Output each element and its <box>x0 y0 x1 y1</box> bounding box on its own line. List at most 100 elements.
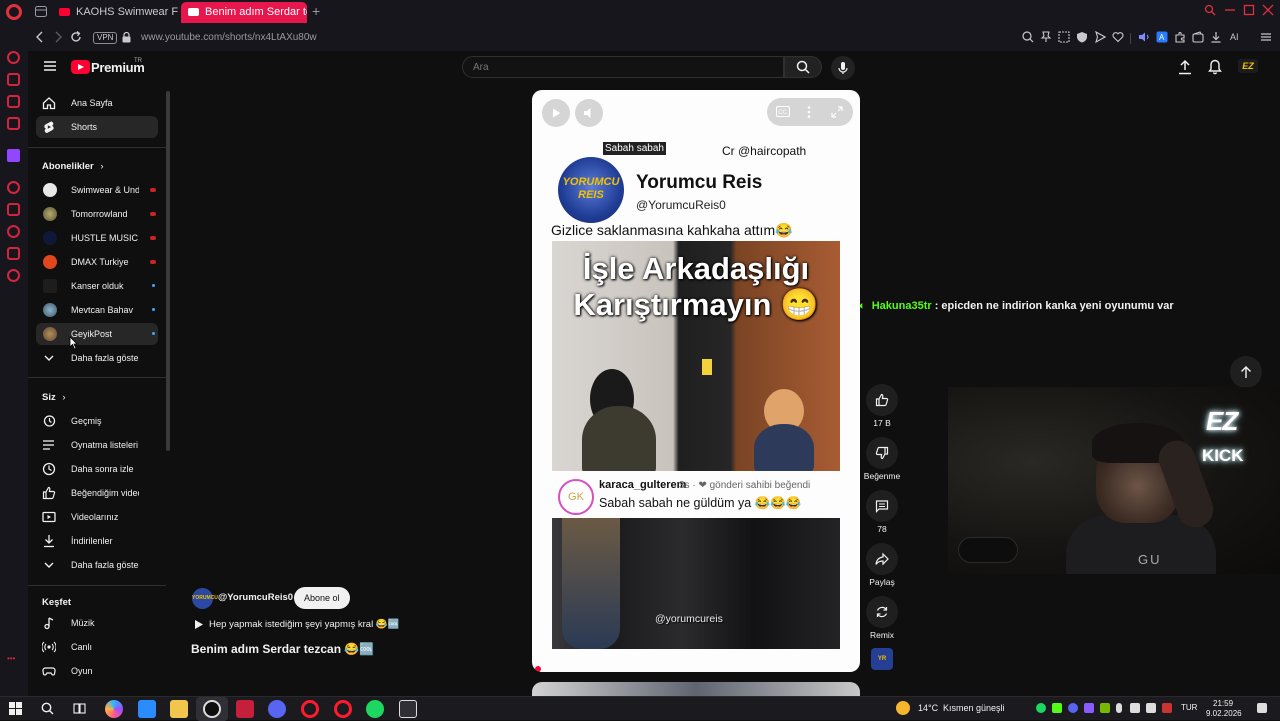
send-icon[interactable] <box>1094 31 1106 43</box>
edge-icon[interactable] <box>138 700 156 718</box>
speed-dial-icon[interactable] <box>7 73 20 86</box>
forward-button[interactable] <box>52 30 64 44</box>
extensions-icon[interactable] <box>1174 31 1186 43</box>
guide-item-playlists[interactable]: Oynatma listeleri <box>36 434 158 456</box>
play-button[interactable] <box>542 99 570 127</box>
sub-item-dmax[interactable]: DMAX Turkiye <box>36 251 158 273</box>
history-sidebar-icon[interactable] <box>7 203 20 216</box>
tab-kaohs[interactable]: KAOHS Swimwear Fashion <box>52 2 178 23</box>
guide-item-watch-later[interactable]: Daha sonra izle <box>36 458 158 480</box>
opera-icon[interactable] <box>301 700 319 718</box>
youtube-logo-icon[interactable] <box>71 60 90 74</box>
show-more-subscriptions[interactable]: Daha fazla göster <box>36 347 158 369</box>
lock-icon[interactable] <box>122 32 131 43</box>
weather-description[interactable]: Kısmen güneşli <box>943 703 1005 713</box>
aria-icon[interactable] <box>7 51 20 64</box>
short-description[interactable]: Hep yapmak istediğim şeyi yapmış kral 😂🆒 <box>209 619 400 630</box>
clock-date[interactable]: 9.02.2026 <box>1206 709 1242 718</box>
play-small-icon[interactable] <box>194 619 204 630</box>
clock-time[interactable]: 21:59 <box>1213 699 1233 708</box>
snapshot-icon[interactable] <box>1058 31 1070 43</box>
obs-icon[interactable] <box>203 700 221 718</box>
sub-item-tomorrowland[interactable]: Tomorrowland <box>36 203 158 225</box>
weather-temperature[interactable]: 14°C <box>918 703 938 713</box>
comments-button[interactable]: 78 <box>862 490 902 534</box>
defender-tray-icon[interactable] <box>1162 703 1172 713</box>
meta-channel-handle[interactable]: @YorumcuReis0 <box>218 592 293 603</box>
guide-item-home[interactable]: Ana Sayfa <box>36 92 158 114</box>
messenger-icon[interactable] <box>7 95 20 108</box>
guide-item-your-videos[interactable]: Videolarınız <box>36 506 158 528</box>
zoom-out-icon[interactable] <box>1022 31 1034 43</box>
pin-icon[interactable] <box>1040 31 1052 43</box>
discord-tray-icon[interactable] <box>1068 703 1078 713</box>
meta-channel-avatar[interactable]: YORUMCU <box>192 588 218 609</box>
guide-scrollbar[interactable] <box>166 91 170 451</box>
mic-tray-icon[interactable] <box>1116 703 1122 713</box>
you-header[interactable]: Siz › <box>42 392 66 403</box>
sub-item-hustle-music[interactable]: HUSTLE MUSIC (... <box>36 227 158 249</box>
player-icon[interactable] <box>7 181 20 194</box>
show-more-you[interactable]: Daha fazla göster <box>36 554 158 576</box>
sub-item-mevtcan[interactable]: Mevtcan Bahav <box>36 299 158 321</box>
maximize-button[interactable] <box>1243 4 1255 16</box>
search-button[interactable] <box>784 56 822 78</box>
wallet-icon[interactable] <box>1192 31 1204 43</box>
captions-icon[interactable]: CC <box>776 106 790 117</box>
kick-tray-icon[interactable] <box>1052 703 1062 713</box>
search-tabs-icon[interactable] <box>1204 4 1216 16</box>
sub-item-swimwear[interactable]: Swimwear & Und... <box>36 179 158 201</box>
dislike-button[interactable]: Beğenme <box>862 437 902 481</box>
windows-start-icon[interactable] <box>9 702 22 715</box>
guide-menu-button[interactable] <box>43 60 57 72</box>
guide-item-gaming[interactable]: Oyun <box>36 660 158 682</box>
twitch-icon[interactable] <box>7 149 20 162</box>
file-explorer-icon[interactable] <box>170 700 188 718</box>
opera-logo-icon[interactable] <box>6 4 22 20</box>
shorts-player[interactable]: CC Sabah sabah Cr @haircopath YORUMCU RE… <box>532 90 860 672</box>
mute-button[interactable] <box>575 99 603 127</box>
bookmarks-icon[interactable] <box>7 117 20 130</box>
scroll-up-button[interactable] <box>1230 356 1262 388</box>
url-field[interactable]: www.youtube.com/shorts/nx4LtAXu80w <box>141 32 317 43</box>
rail-more-icon[interactable]: ••• <box>7 654 15 663</box>
menu-icon[interactable] <box>1260 31 1272 43</box>
app-tray-icon[interactable] <box>1084 703 1094 713</box>
share-button[interactable]: Paylaş <box>862 543 902 587</box>
volume-tray-icon[interactable] <box>1130 703 1140 713</box>
guide-item-history[interactable]: Geçmiş <box>36 410 158 432</box>
subscribe-button[interactable]: Abone ol <box>294 587 350 609</box>
upload-icon[interactable] <box>1178 59 1192 75</box>
back-button[interactable] <box>34 30 46 44</box>
guide-item-shorts[interactable]: Shorts <box>36 116 158 138</box>
minimize-button[interactable] <box>1224 4 1236 16</box>
guide-item-music[interactable]: Müzik <box>36 612 158 634</box>
spotify-tray-icon[interactable] <box>1036 703 1046 713</box>
aria-ai-button[interactable]: AI <box>1230 32 1239 42</box>
opera-gx-icon[interactable] <box>334 700 352 718</box>
voicemod-icon[interactable] <box>236 700 254 718</box>
guide-item-liked-videos[interactable]: Beğendiğim videolar <box>36 482 158 504</box>
guide-item-live[interactable]: Canlı <box>36 636 158 658</box>
voice-search-button[interactable] <box>831 56 855 80</box>
clock-icon[interactable] <box>7 225 20 238</box>
task-view-icon[interactable] <box>73 702 86 715</box>
fullscreen-icon[interactable] <box>831 106 843 118</box>
taskbar-search-icon[interactable] <box>41 702 54 715</box>
network-tray-icon[interactable] <box>1146 703 1156 713</box>
remix-button[interactable]: Remix <box>862 596 902 640</box>
next-short-preview[interactable] <box>532 682 860 696</box>
reload-button[interactable] <box>70 30 82 44</box>
language-indicator[interactable]: TUR <box>1181 703 1197 712</box>
subscriptions-header[interactable]: Abonelikler › <box>42 161 104 172</box>
short-title[interactable]: Benim adım Serdar tezcan 😂🆒 <box>191 642 374 656</box>
shield-icon[interactable] <box>1076 31 1088 43</box>
heart-icon[interactable] <box>1112 31 1124 43</box>
translate-icon[interactable]: A <box>1156 31 1168 43</box>
sub-item-geyikpost[interactable]: GeyikPost <box>36 323 158 345</box>
account-avatar[interactable]: EZ <box>1238 59 1258 73</box>
weather-sun-icon[interactable] <box>896 701 910 715</box>
like-button[interactable]: 17 B <box>862 384 902 428</box>
cube-icon[interactable] <box>7 247 20 260</box>
epic-games-icon[interactable] <box>399 700 417 718</box>
